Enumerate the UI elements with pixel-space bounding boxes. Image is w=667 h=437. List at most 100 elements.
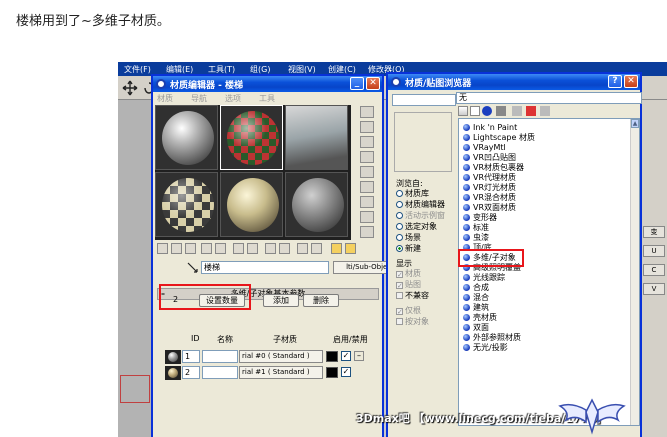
list-item[interactable]: Ink 'n Paint: [463, 123, 517, 133]
sample-slot[interactable]: [285, 105, 348, 170]
show-end-result-icon[interactable]: [297, 243, 308, 254]
select-by-material-icon[interactable]: [360, 211, 374, 223]
checkbox-maps[interactable]: ✓ 贴图: [396, 280, 421, 290]
list-item[interactable]: VR代理材质: [463, 173, 516, 183]
enable-checkbox[interactable]: ✓: [341, 367, 351, 377]
id-column-header[interactable]: ID: [191, 334, 200, 343]
move-icon[interactable]: [122, 80, 138, 96]
view-list-icons-icon[interactable]: [470, 106, 480, 116]
help-button[interactable]: ?: [608, 75, 622, 88]
view-large-icons-icon[interactable]: [496, 106, 506, 116]
menu-item[interactable]: 选项: [225, 93, 241, 104]
enable-checkbox[interactable]: ✓: [341, 351, 351, 361]
sample-slot[interactable]: [285, 172, 348, 237]
get-material-icon[interactable]: [157, 243, 168, 254]
options-icon[interactable]: [360, 196, 374, 208]
radio-material-library[interactable]: 材质库: [396, 189, 429, 199]
sub-material-button[interactable]: rial #1 ( Standard ): [239, 366, 323, 379]
material-name-input[interactable]: 楼梯: [201, 261, 329, 274]
copy-material-icon[interactable]: [215, 243, 226, 254]
checkbox-by-object[interactable]: 按对象: [396, 317, 429, 327]
scroll-up-icon[interactable]: –: [354, 351, 364, 361]
command-panel-button[interactable]: C: [643, 264, 665, 276]
list-item[interactable]: VR双面材质: [463, 203, 516, 213]
color-swatch[interactable]: [326, 351, 338, 362]
sample-slot-active[interactable]: [220, 105, 283, 170]
background-icon[interactable]: [360, 136, 374, 148]
put-to-library-icon[interactable]: [247, 243, 258, 254]
radio-material-editor[interactable]: 材质编辑器: [396, 200, 445, 210]
list-item[interactable]: 无光/投影: [463, 343, 508, 353]
list-item[interactable]: 外部参照材质: [463, 333, 521, 343]
sample-slot[interactable]: [220, 172, 283, 237]
list-item[interactable]: VR材质包裹器: [463, 163, 524, 173]
color-swatch[interactable]: [326, 367, 338, 378]
sibling-icon[interactable]: [345, 243, 356, 254]
sub-id-input[interactable]: 2: [182, 366, 200, 379]
menu-item[interactable]: 导航: [191, 93, 207, 104]
list-item[interactable]: 虫漆: [463, 233, 489, 243]
menu-item[interactable]: 材质: [157, 93, 173, 104]
radio-scene[interactable]: 场景: [396, 233, 421, 243]
go-to-parent-icon[interactable]: [311, 243, 322, 254]
add-button[interactable]: 添加: [263, 294, 299, 307]
radio-selected[interactable]: 选定对象: [396, 222, 437, 232]
material-navigator-icon[interactable]: [360, 226, 374, 238]
make-preview-icon[interactable]: [360, 181, 374, 193]
sample-type-icon[interactable]: [360, 106, 374, 118]
update-scene-icon[interactable]: [512, 106, 522, 116]
list-scrollbar[interactable]: ▲: [630, 119, 639, 425]
menu-item[interactable]: 文件(F): [124, 64, 151, 75]
sample-slot[interactable]: [155, 172, 218, 237]
browser-search-input[interactable]: [392, 94, 456, 106]
command-panel-button[interactable]: U: [643, 245, 665, 257]
close-button[interactable]: ✕: [366, 77, 380, 90]
list-item[interactable]: 壳材质: [463, 313, 497, 323]
delete-button[interactable]: 删除: [303, 294, 339, 307]
list-item[interactable]: VR混合材质: [463, 193, 516, 203]
sub-name-input[interactable]: [202, 350, 238, 363]
uv-tiling-icon[interactable]: [360, 151, 374, 163]
sub-id-input[interactable]: 1: [182, 350, 200, 363]
view-list-icon[interactable]: [458, 106, 468, 116]
backlight-icon[interactable]: [360, 121, 374, 133]
list-item[interactable]: 建筑: [463, 303, 489, 313]
list-item[interactable]: 合成: [463, 283, 489, 293]
list-item[interactable]: Lightscape 材质: [463, 133, 535, 143]
video-check-icon[interactable]: [360, 166, 374, 178]
scroll-up-icon[interactable]: ▲: [631, 119, 639, 128]
list-item[interactable]: 双面: [463, 323, 489, 333]
name-column-header[interactable]: 名称: [217, 334, 233, 345]
minimize-button[interactable]: _: [350, 77, 364, 90]
close-button[interactable]: ✕: [624, 75, 638, 88]
put-material-icon[interactable]: [171, 243, 182, 254]
pick-material-icon[interactable]: [187, 262, 199, 274]
show-map-icon[interactable]: [279, 243, 290, 254]
list-item[interactable]: 光线跟踪: [463, 273, 505, 283]
list-item[interactable]: 变形器: [463, 213, 497, 223]
checkbox-root-only[interactable]: ✓ 仅根: [396, 306, 421, 316]
checkbox-incompatible[interactable]: 不兼容: [396, 291, 429, 301]
view-small-icons-icon[interactable]: [482, 106, 492, 116]
unique-icon[interactable]: [233, 243, 244, 254]
sub-name-input[interactable]: [202, 366, 238, 379]
list-item[interactable]: 混合: [463, 293, 489, 303]
command-panel-button[interactable]: 变: [643, 226, 665, 238]
browser-titlebar[interactable]: 材质/贴图浏览器 ? ✕: [388, 74, 640, 90]
menu-item[interactable]: 工具: [259, 93, 275, 104]
sample-slot[interactable]: [155, 105, 218, 170]
go-forward-icon[interactable]: [331, 243, 342, 254]
list-item[interactable]: 标准: [463, 223, 489, 233]
radio-new[interactable]: 新建: [396, 244, 421, 254]
list-item[interactable]: VRayMtl: [463, 143, 506, 153]
command-panel-button[interactable]: V: [643, 283, 665, 295]
clear-icon[interactable]: [540, 106, 550, 116]
list-item[interactable]: VR凹凸贴图: [463, 153, 516, 163]
material-effects-icon[interactable]: [265, 243, 276, 254]
assign-material-icon[interactable]: [185, 243, 196, 254]
delete-icon[interactable]: [526, 106, 536, 116]
checkbox-materials[interactable]: ✓ 材质: [396, 269, 421, 279]
reset-icon[interactable]: [201, 243, 212, 254]
submaterial-column-header[interactable]: 子材质: [273, 334, 297, 345]
material-editor-titlebar[interactable]: 材质编辑器 - 楼梯 _ ✕: [153, 76, 382, 92]
